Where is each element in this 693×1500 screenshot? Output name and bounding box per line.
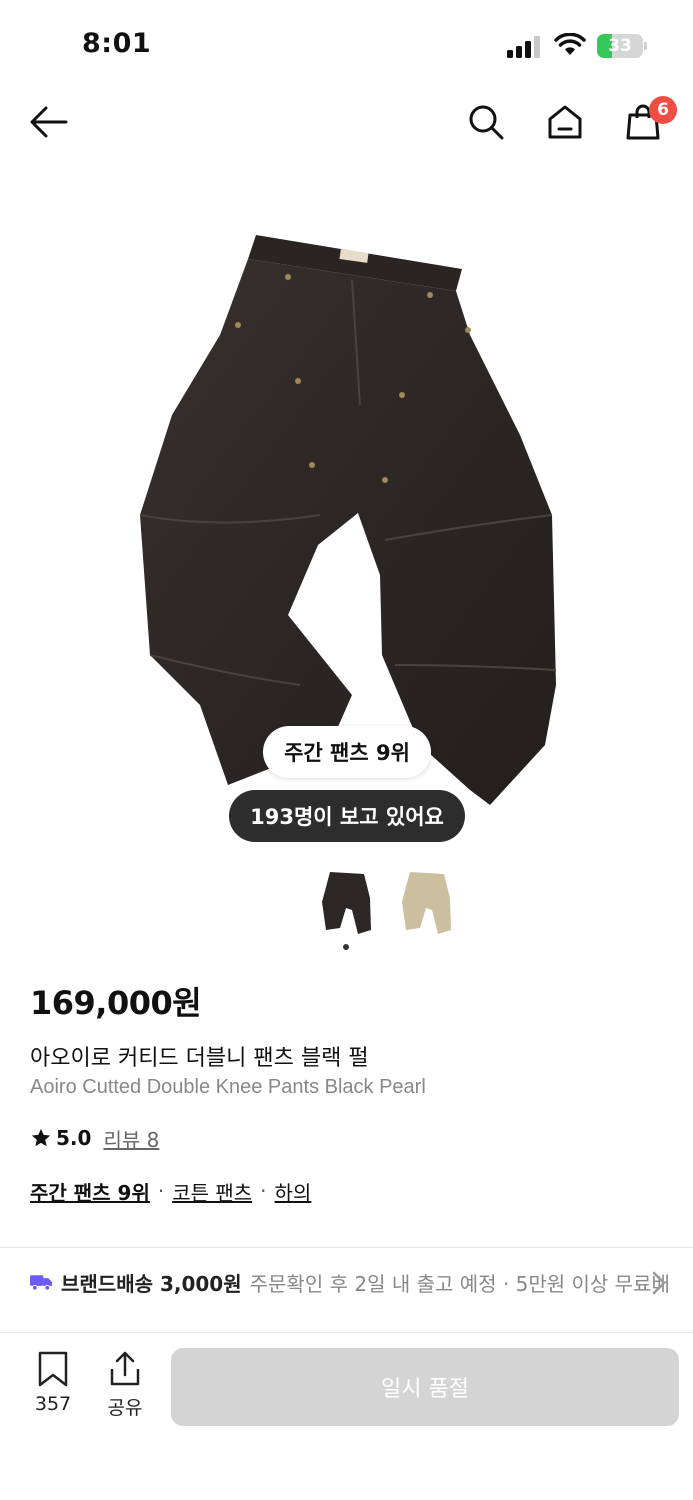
category-link-rank[interactable]: 주간 팬츠 9위 [30, 1177, 150, 1206]
product-name-english: Aoiro Cutted Double Knee Pants Black Pea… [30, 1076, 426, 1098]
category-separator: · [260, 1179, 267, 1203]
rating-row: 5.0 리뷰 8 [30, 1124, 159, 1152]
bookmark-icon [38, 1351, 68, 1387]
category-row: 주간 팬츠 9위 · 코튼 팬츠 · 하의 [30, 1176, 311, 1206]
wifi-icon [554, 33, 586, 55]
color-thumbnails [0, 860, 693, 955]
rating-score: 5.0 [56, 1126, 92, 1150]
arrow-left-icon [30, 106, 68, 138]
divider [0, 1247, 693, 1248]
category-separator: · [157, 1179, 165, 1203]
battery-level: 33 [608, 36, 632, 56]
cart-button[interactable]: 6 [619, 96, 677, 146]
beige-pants-thumbnail [402, 872, 451, 934]
selected-thumbnail-dot [343, 944, 349, 950]
viewer-count-badge: 193명이 보고 있어요 [229, 790, 465, 842]
share-label: 공유 [107, 1397, 143, 1419]
weekly-rank-badge[interactable]: 주간 팬츠 9위 [263, 726, 431, 778]
shipping-note: 주문확인 후 2일 내 출고 예정 · 5만원 이상 무료배송 [249, 1271, 670, 1296]
category-link-cotton-pants[interactable]: 코튼 팬츠 [172, 1177, 252, 1206]
bookmark-button[interactable]: 357 [23, 1351, 83, 1423]
review-link[interactable]: 리뷰 8 [103, 1124, 159, 1153]
category-link-bottoms[interactable]: 하의 [275, 1177, 312, 1206]
search-icon [469, 105, 504, 140]
status-time: 8:01 [82, 28, 152, 59]
share-icon [110, 1351, 140, 1386]
chevron-right-icon[interactable] [648, 1270, 668, 1296]
battery-indicator: 33 [597, 34, 647, 58]
thumbnail-black[interactable] [316, 868, 378, 938]
bottom-action-bar: 357 공유 일시 품절 [0, 1332, 693, 1500]
share-button[interactable]: 공유 [95, 1351, 155, 1423]
home-icon [548, 105, 582, 139]
search-button[interactable] [462, 98, 510, 146]
cart-count-badge: 6 [649, 96, 677, 124]
cellular-signal-icon [507, 36, 540, 58]
black-pants-thumbnail [322, 872, 371, 934]
status-bar: 8:01 33 [0, 0, 693, 90]
bookmark-count: 357 [34, 1393, 72, 1415]
shipping-label: 브랜드배송 3,000원 [61, 1271, 242, 1296]
back-button[interactable] [24, 98, 72, 146]
product-name-korean: 아오이로 커티드 더블니 팬츠 블랙 펄 [30, 1046, 369, 1071]
top-nav-bar: 6 [0, 90, 693, 160]
shipping-info-row[interactable]: 브랜드배송 3,000원 주문확인 후 2일 내 출고 예정 · 5만원 이상 … [30, 1262, 670, 1302]
product-price: 169,000원 [30, 984, 202, 1022]
thumbnail-beige[interactable] [396, 868, 458, 938]
star-icon [31, 1128, 51, 1147]
truck-icon [30, 1275, 53, 1291]
home-button[interactable] [541, 98, 589, 146]
sold-out-button[interactable]: 일시 품절 [171, 1348, 679, 1426]
